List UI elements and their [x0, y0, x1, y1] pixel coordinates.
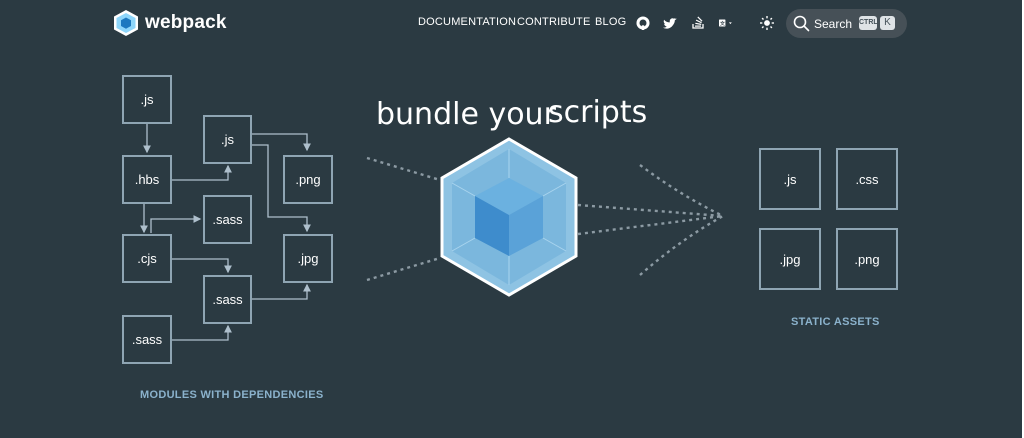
flow-line [577, 203, 724, 218]
app-frame: webpack DOCUMENTATION CONTRIBUTE BLOG 文 [0, 0, 1022, 438]
flow-line [366, 256, 441, 282]
asset-box: .css [836, 148, 898, 210]
flow-line [366, 156, 441, 182]
dep-line [150, 215, 202, 233]
module-box: .hbs [122, 155, 172, 204]
modules-label: MODULES WITH DEPENDENCIES [140, 389, 324, 401]
asset-box: .jpg [759, 228, 821, 290]
asset-box: .png [836, 228, 898, 290]
dep-line [172, 258, 232, 274]
dep-line [252, 133, 311, 152]
flow-line [639, 214, 724, 276]
module-box: .cjs [122, 234, 172, 283]
dep-line [172, 324, 232, 341]
hero-headline-part1: bundle your [376, 97, 556, 132]
module-box: .js [203, 115, 252, 164]
dep-line [172, 164, 232, 181]
module-box: .sass [203, 195, 252, 244]
dep-line [252, 283, 311, 300]
flow-line [639, 164, 724, 218]
bundle-diagram [140, 124, 724, 341]
module-box: .js [122, 75, 172, 124]
asset-box: .js [759, 148, 821, 210]
hero-headline-part2: scripts [548, 95, 648, 130]
module-box: .sass [203, 275, 252, 324]
module-box: .sass [122, 315, 172, 364]
assets-label: STATIC ASSETS [791, 316, 880, 328]
webpack-cube [440, 137, 578, 297]
module-box: .jpg [283, 234, 333, 283]
module-box: .png [283, 155, 333, 204]
flow-line [577, 214, 724, 236]
